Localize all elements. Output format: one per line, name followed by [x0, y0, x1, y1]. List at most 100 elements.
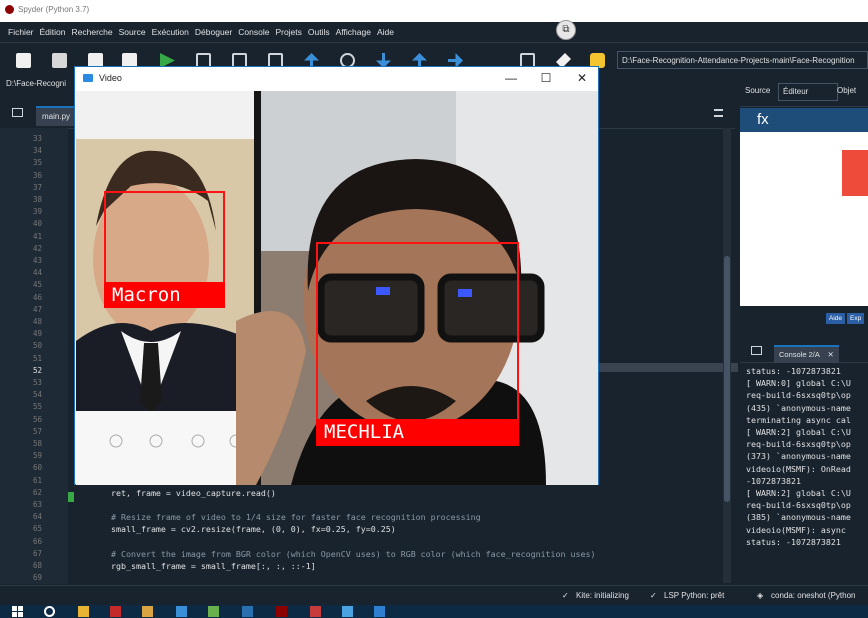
- editor-scrollbar-thumb[interactable]: [724, 256, 730, 502]
- line-number: 47: [32, 304, 42, 314]
- editor-path-label: D:\Face-Recogni: [6, 79, 67, 88]
- taskbar-app-icon[interactable]: [374, 606, 385, 617]
- line-number: 58: [32, 439, 42, 448]
- console-line: req-build-6sxsq0tp\op: [746, 500, 851, 511]
- tab-aide[interactable]: Aide: [826, 313, 846, 324]
- minimize-icon[interactable]: —: [503, 70, 519, 86]
- taskbar-app-icon[interactable]: [310, 606, 321, 617]
- face-label-mechlia: MECHLIA: [316, 419, 519, 446]
- taskbar-app-icon[interactable]: [142, 606, 153, 617]
- console-line: (435) `anonymous-name: [746, 402, 851, 413]
- tab-explorer[interactable]: Exp: [847, 313, 865, 324]
- open-folder-icon[interactable]: [52, 53, 67, 68]
- taskbar-spyder-icon[interactable]: [276, 606, 287, 617]
- menu-deboguer[interactable]: Déboguer: [192, 22, 235, 37]
- line-number: 46: [32, 292, 42, 302]
- line-number: 34: [32, 146, 42, 156]
- console-line: status: -1072873821: [746, 366, 841, 376]
- line-number: 39: [32, 207, 42, 217]
- video-titlebar[interactable]: Video — ☐ ✕: [75, 67, 598, 90]
- tab-main-py[interactable]: main.py: [36, 106, 77, 126]
- help-source-select[interactable]: Éditeur: [778, 83, 838, 101]
- restore-window-button[interactable]: ⧉: [556, 20, 576, 40]
- console-line: [ WARN:2] global C:\U: [746, 488, 851, 499]
- console-tab-strip: Console 2/A ✕: [740, 340, 868, 363]
- editor-scrollbar[interactable]: [723, 128, 731, 583]
- line-number: 59: [32, 451, 42, 461]
- menu-bar: Fichier Édition Recherche Source Exécution Dé…: [0, 22, 868, 43]
- line-number: 44: [32, 268, 42, 278]
- restore-icon: ⧉: [556, 20, 576, 40]
- menu-source[interactable]: Source: [116, 22, 149, 37]
- new-file-icon[interactable]: [16, 53, 31, 68]
- window-title: Spyder (Python 3.7): [18, 5, 90, 14]
- tab-console[interactable]: Console 2/A ✕: [774, 345, 839, 363]
- code-line[interactable]: # Convert the image from BGR color (whic…: [91, 549, 596, 559]
- code-line[interactable]: # Resize frame of video to 1/4 size for …: [91, 512, 481, 522]
- line-number: 65: [32, 524, 42, 534]
- line-number: 55: [32, 402, 42, 412]
- menu-aide[interactable]: Aide: [374, 22, 397, 37]
- close-icon[interactable]: ✕: [828, 350, 834, 359]
- menu-fichier[interactable]: Fichier: [0, 22, 37, 37]
- line-number: 50: [32, 341, 42, 351]
- status-lsp-icon: ✓: [650, 591, 657, 600]
- line-number: 49: [32, 329, 42, 339]
- current-line-marker: [68, 492, 74, 502]
- line-number: 54: [32, 390, 42, 400]
- console-line: videoio(MSMF): async: [746, 524, 846, 535]
- console-line: [ WARN:2] global C:\U: [746, 427, 851, 438]
- line-number: 69: [32, 573, 42, 583]
- close-window-icon[interactable]: ✕: [574, 70, 590, 86]
- console-browse-icon[interactable]: [751, 346, 762, 355]
- line-number: 33: [32, 134, 42, 143]
- line-number: 37: [32, 182, 42, 192]
- line-number: 64: [32, 512, 42, 522]
- console-line: req-build-6sxsq0tp\op: [746, 439, 851, 450]
- line-number: 63: [32, 500, 42, 509]
- start-icon[interactable]: [12, 606, 23, 617]
- help-content: fx: [740, 108, 868, 306]
- line-number: 38: [32, 195, 42, 204]
- browse-tabs-icon[interactable]: [12, 108, 23, 117]
- file-explorer-icon[interactable]: [78, 606, 89, 617]
- maximize-icon[interactable]: ☐: [538, 70, 554, 86]
- search-icon[interactable]: [44, 606, 55, 617]
- code-line[interactable]: ret, frame = video_capture.read(): [91, 488, 276, 498]
- console-line: (373) `anonymous-name: [746, 451, 851, 462]
- line-number: 62: [32, 487, 42, 497]
- status-kite-icon: ✓: [562, 591, 569, 600]
- video-window[interactable]: Video — ☐ ✕ Macron MECHLIA: [74, 66, 599, 485]
- console-line: req-build-6sxsq0tp\op: [746, 390, 851, 401]
- menu-edition[interactable]: Édition: [37, 22, 69, 37]
- code-line[interactable]: rgb_small_frame = small_frame[:, :, ::-1…: [91, 561, 316, 571]
- menu-outils[interactable]: Outils: [305, 22, 333, 37]
- menu-projets[interactable]: Projets: [272, 22, 304, 37]
- taskbar-app-icon[interactable]: [110, 606, 121, 617]
- line-number: 61: [32, 475, 42, 485]
- editor-options-icon[interactable]: [714, 109, 723, 117]
- menu-console[interactable]: Console: [235, 22, 272, 37]
- console-output[interactable]: status: -1072873821 [ WARN:0] global C:\U…: [746, 365, 868, 548]
- help-intro-graphic: [842, 150, 868, 196]
- taskbar-app-icon[interactable]: [342, 606, 353, 617]
- status-bar: ✓ Kite: initializing ✓ LSP Python: prêt …: [0, 585, 868, 606]
- windows-taskbar: [0, 605, 868, 618]
- taskbar-app-icon[interactable]: [208, 606, 219, 617]
- console-line: -1072873821: [746, 475, 801, 486]
- menu-affichage[interactable]: Affichage: [333, 22, 374, 37]
- taskbar-app-icon[interactable]: [242, 606, 253, 617]
- line-number: 45: [32, 280, 42, 290]
- console-line: videoio(MSMF): OnRead: [746, 463, 851, 474]
- menu-execution[interactable]: Exécution: [149, 22, 192, 37]
- line-number: 42: [32, 243, 42, 253]
- taskbar-app-icon[interactable]: [176, 606, 187, 617]
- working-directory-input[interactable]: D:\Face-Recognition-Attendance-Projects-…: [617, 51, 868, 69]
- line-number-gutter: 33 34 35 36 37 38 39 40 41 42 43 44 45 46 47 48 49 50 51 52…: [0, 128, 74, 584]
- menu-recherche[interactable]: Recherche: [69, 22, 116, 37]
- code-line[interactable]: small_frame = cv2.resize(frame, (0, 0), …: [91, 524, 396, 534]
- spyder-logo-icon: [5, 5, 14, 14]
- status-conda: conda: oneshot (Python: [771, 591, 856, 600]
- console-tab-label: Console 2/A: [779, 350, 820, 359]
- line-number: 66: [32, 536, 42, 546]
